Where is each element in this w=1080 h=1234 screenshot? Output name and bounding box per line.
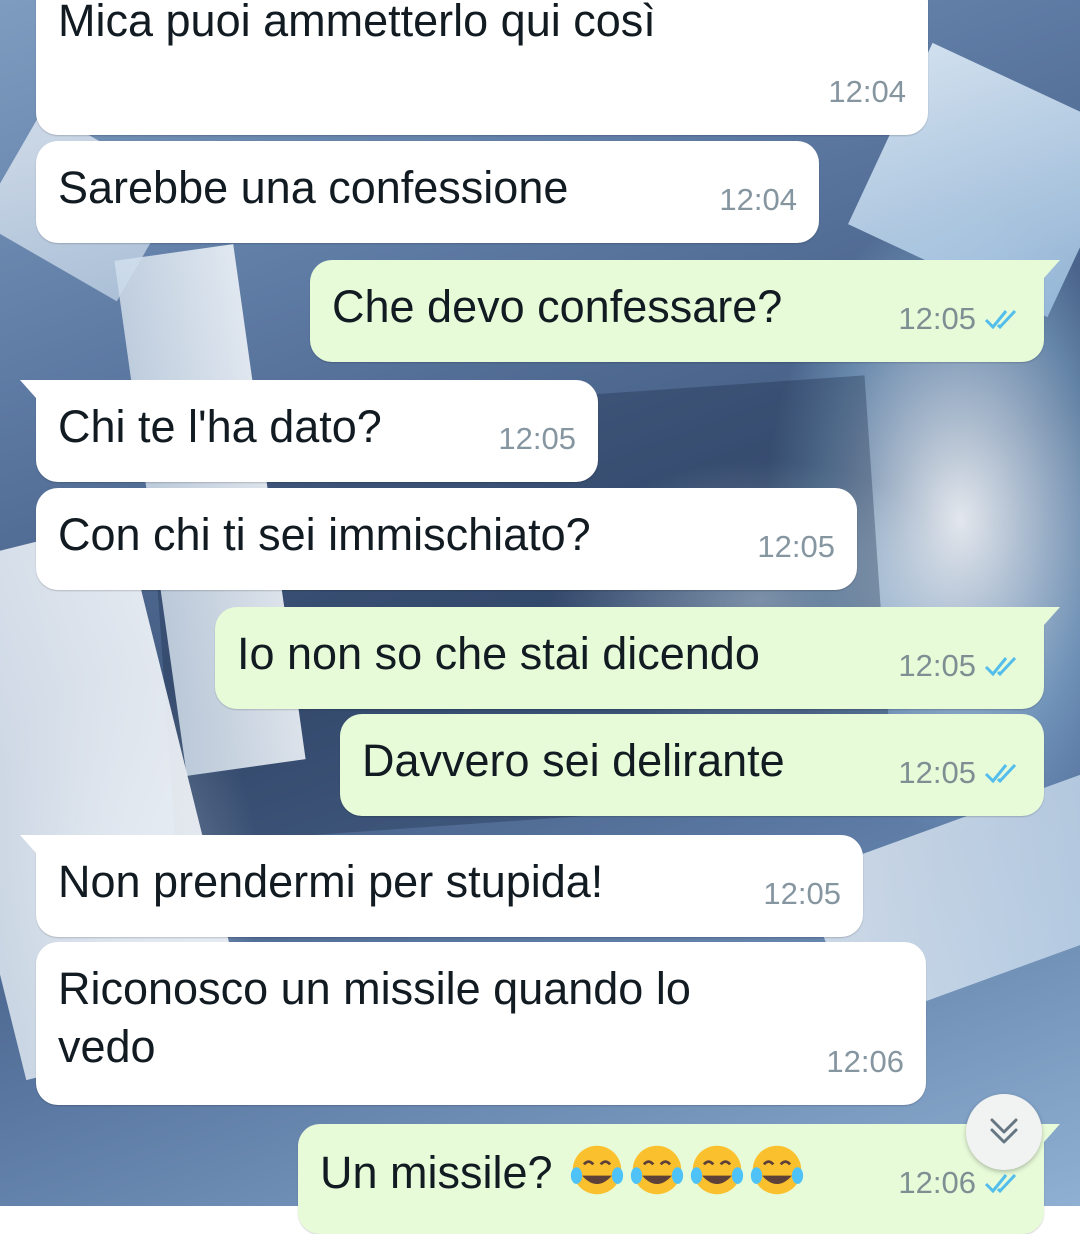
message-time: 12:05 xyxy=(898,648,976,683)
message-text: Con chi ti sei immischiato? xyxy=(58,509,591,560)
message-text: Mica puoi ammetterlo qui così xyxy=(58,0,656,46)
message-list[interactable]: Mica puoi ammetterlo qui così 12:04 Sare… xyxy=(0,0,1080,1234)
message-bubble-outgoing[interactable]: Che devo confessare? 12:05 xyxy=(310,260,1060,362)
message-time: 12:06 xyxy=(826,1044,904,1079)
message-bubble-incoming[interactable]: Non prendermi per stupida! 12:05 xyxy=(20,835,863,937)
tears-of-joy-emoji-icon xyxy=(690,1145,744,1195)
message-time: 12:06 xyxy=(898,1165,976,1200)
message-text: Io non so che stai dicendo xyxy=(237,628,760,679)
message-time: 12:05 xyxy=(898,301,976,336)
message-meta: 12:05 xyxy=(898,744,1022,802)
tears-of-joy-emoji-icon xyxy=(630,1145,684,1195)
message-meta: 12:05 xyxy=(898,290,1022,348)
message-time: 12:05 xyxy=(763,876,841,911)
double-check-icon xyxy=(984,1173,1017,1194)
message-text: Un missile? xyxy=(320,1142,805,1202)
message-text: Che devo confessare? xyxy=(332,281,783,332)
message-text-content: Un missile? xyxy=(320,1147,553,1198)
double-check-icon xyxy=(984,763,1017,784)
message-time: 12:05 xyxy=(898,755,976,790)
message-text: Riconosco un missile quando lo vedo xyxy=(58,960,691,1076)
tears-of-joy-emoji-icon xyxy=(750,1145,804,1195)
chevron-double-down-icon xyxy=(990,1118,1018,1144)
double-check-icon xyxy=(984,309,1017,330)
message-time: 12:05 xyxy=(498,421,576,456)
message-text: Sarebbe una confessione xyxy=(58,162,569,213)
double-check-icon xyxy=(984,656,1017,677)
message-bubble-incoming[interactable]: Mica puoi ammetterlo qui così 12:04 xyxy=(36,0,928,135)
message-bubble-incoming[interactable]: Sarebbe una confessione 12:04 xyxy=(36,141,819,243)
message-meta: 12:05 xyxy=(898,637,1022,695)
message-bubble-outgoing[interactable]: Io non so che stai dicendo 12:05 xyxy=(215,607,1060,709)
tears-of-joy-emoji-icon xyxy=(570,1145,624,1195)
message-text-line: Riconosco un missile quando lo xyxy=(58,963,691,1014)
message-time: 12:05 xyxy=(757,529,835,564)
message-time: 12:04 xyxy=(719,182,797,217)
message-bubble-outgoing[interactable]: Un missile? 12:06 xyxy=(298,1124,1060,1234)
message-bubble-incoming[interactable]: Chi te l'ha dato? 12:05 xyxy=(20,380,598,482)
scroll-to-bottom-button[interactable] xyxy=(966,1094,1042,1170)
message-bubble-incoming[interactable]: Con chi ti sei immischiato? 12:05 xyxy=(36,488,857,590)
message-text: Chi te l'ha dato? xyxy=(58,401,382,452)
message-text: Non prendermi per stupida! xyxy=(58,856,604,907)
message-text-line: vedo xyxy=(58,1021,156,1072)
message-bubble-outgoing[interactable]: Davvero sei delirante 12:05 xyxy=(340,714,1044,816)
message-bubble-incoming[interactable]: Riconosco un missile quando lo vedo 12:0… xyxy=(36,942,926,1105)
message-text: Davvero sei delirante xyxy=(362,735,785,786)
message-time: 12:04 xyxy=(828,74,906,109)
